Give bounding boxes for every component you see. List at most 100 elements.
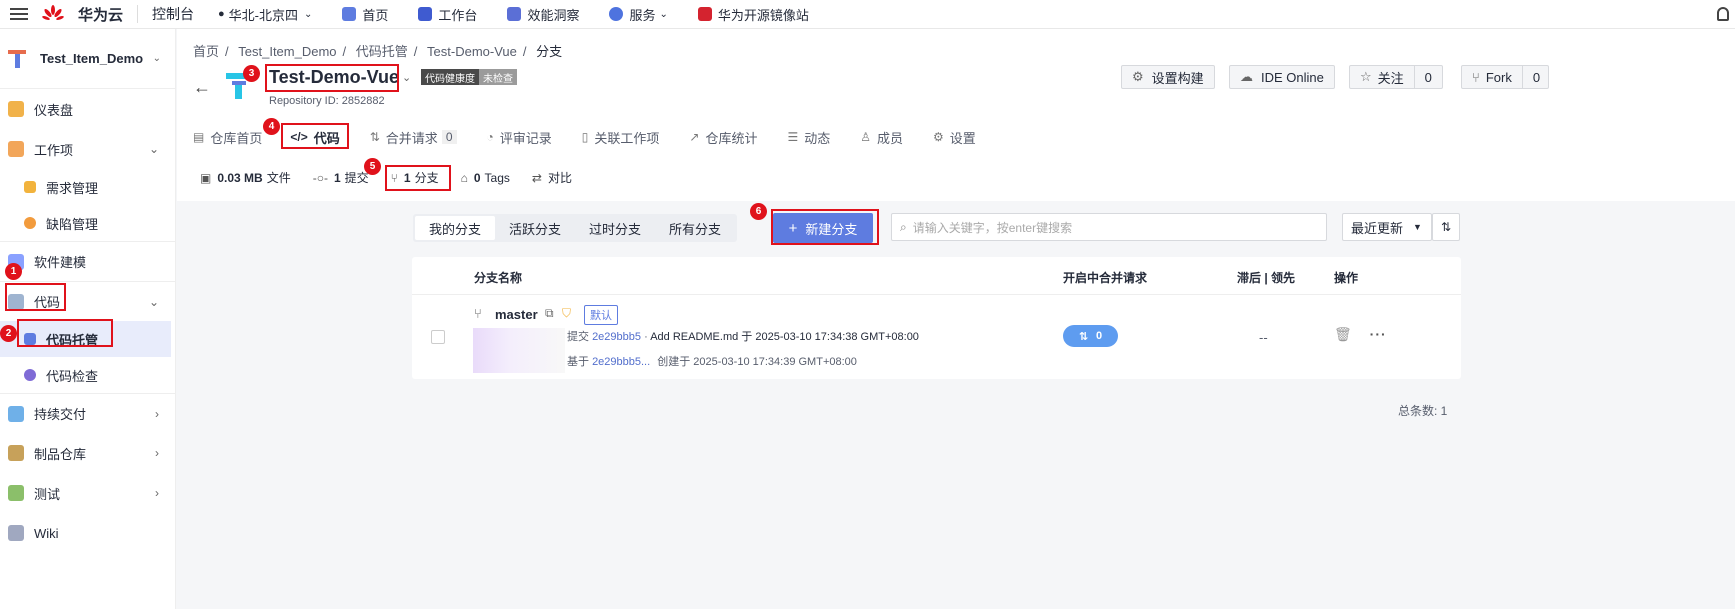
stat-tags-label: Tags [484,170,510,185]
bell-icon[interactable] [1717,7,1729,21]
filter-active-branches[interactable]: 活跃分支 [495,216,575,240]
tab-members[interactable]: ♙ 成员 [860,127,903,147]
divider [137,5,139,23]
open-mr-count: 0 [1096,330,1103,342]
stats-icon: ↗ [689,130,700,144]
console-link[interactable]: 控制台 [152,4,194,24]
sidebar-item-workitems[interactable]: 工作项 ⌄ [0,129,175,169]
nav-services[interactable]: 服务 ⌄ [609,5,668,24]
annotation-badge: 3 [243,65,260,82]
sidebar-item-testing[interactable]: 测试 › [0,473,175,513]
table-row: ⑂ master ⧉ ⛉ 默认 提交 2e29bbb5 · Add README… [412,295,1461,379]
fork-button[interactable]: ⑂ Fork 0 [1461,65,1550,89]
back-arrow-icon[interactable]: ← [193,77,211,98]
ide-online-button[interactable]: ☁ IDE Online [1229,65,1335,89]
breadcrumb-current: 分支 [536,44,563,59]
chevron-right-icon: › [155,406,159,421]
tab-label: 仓库首页 [210,130,263,146]
col-open-mrs: 开启中合并请求 [1063,271,1148,285]
breadcrumb-home[interactable]: 首页 [193,44,219,59]
sidebar-item-delivery[interactable]: 持续交付 › [0,393,175,433]
menu-icon[interactable] [10,8,28,20]
gear-icon: ⚙ [933,130,944,144]
repo-id: Repository ID: 2852882 [269,95,385,107]
filter-my-branches[interactable]: 我的分支 [415,216,496,240]
filter-stale-branches[interactable]: 过时分支 [575,216,655,240]
nav-mirror[interactable]: 华为开源镜像站 [697,5,809,24]
chevron-down-icon[interactable]: ⌄ [402,71,411,84]
annotation-badge: 2 [0,325,17,342]
services-icon [609,7,624,21]
tab-label: 仓库统计 [705,130,758,146]
tab-label: 关联工作项 [594,130,660,146]
sidebar-item-requirements[interactable]: 需求管理 [0,169,175,205]
tab-activity[interactable]: ☰ 动态 [787,127,830,147]
protected-shield-icon: ⛉ [562,306,572,320]
nav-mirror-label: 华为开源镜像站 [717,7,809,23]
nav-services-label: 服务 [629,7,656,23]
sidebar-item-code-check[interactable]: 代码检查 [0,357,175,393]
tab-label: 成员 [877,130,904,146]
sort-select[interactable]: 最近更新 ▼ [1342,213,1432,241]
open-mr-pill[interactable]: ⇅ 0 [1063,325,1118,347]
nav-home[interactable]: 首页 [342,5,388,24]
document-icon: ▯ [581,130,589,144]
search-input[interactable]: ⌕ 请输入关键字，按enter键搜索 [891,213,1327,241]
set-build-button[interactable]: ⚙ 设置构建 [1121,65,1215,89]
copy-icon[interactable]: ⧉ [545,306,554,321]
base-hash-link[interactable]: 2e29bbb5... [592,356,650,368]
highlight-box-new-branch [771,209,879,245]
fork-count: 0 [1521,66,1548,88]
trash-icon[interactable]: 🗑 [1334,326,1352,342]
stat-size-label: 文件 [266,171,291,185]
branch-name[interactable]: master [495,307,538,322]
chevron-down-icon: ⌄ [659,8,668,20]
row-checkbox[interactable] [431,330,445,344]
nav-insight[interactable]: 效能洞察 [507,5,579,24]
nav-home-label: 首页 [362,7,389,23]
sort-order-icon[interactable]: ⇅ [1432,213,1460,241]
breadcrumb-code-hosting[interactable]: 代码托管 [356,44,408,59]
nav-workbench[interactable]: 工作台 [418,5,477,24]
watch-button[interactable]: ☆ 关注 0 [1349,65,1443,89]
sidebar-item-defects[interactable]: 缺陷管理 [0,205,175,241]
project-selector[interactable]: Test_Item_Demo ⌄ [0,29,175,89]
tab-repo-home[interactable]: ▤ 仓库首页 [193,127,262,147]
tab-settings[interactable]: ⚙ 设置 [933,127,976,147]
mirror-icon [697,7,712,21]
breadcrumb-repo[interactable]: Test-Demo-Vue [427,44,517,59]
branch-filter-tabs: 我的分支 活跃分支 过时分支 所有分支 [413,214,738,242]
more-icon[interactable]: ··· [1370,326,1387,342]
huawei-logo[interactable]: 华为云 [42,4,123,25]
annotation-badge: 4 [263,118,280,135]
tab-merge-requests[interactable]: ⇅ 合并请求 0 [370,127,457,147]
stat-compare[interactable]: ⇄ 对比 [532,169,572,186]
commit-hash-link[interactable]: 2e29bbb5 [592,331,641,343]
tab-review-records[interactable]: ◔ 评审记录 [487,127,552,147]
fork-label: Fork [1485,69,1512,85]
sort-label: 最近更新 [1351,220,1404,236]
stat-tags[interactable]: ⌂ 0 Tags [461,169,510,186]
commit-line: 提交 2e29bbb5 · Add README.md 于 2025-03-10… [567,328,919,344]
artifacts-icon [8,445,24,461]
annotation-badge: 1 [5,263,22,280]
sidebar-item-dashboard[interactable]: 仪表盘 [0,89,175,129]
stat-commits[interactable]: -○- 1 提交 [313,169,369,186]
sidebar-item-modeling[interactable]: 软件建模 [0,241,175,281]
project-icon [8,49,26,68]
breadcrumb-project[interactable]: Test_Item_Demo [238,44,336,59]
health-badge[interactable]: 代码健康度 未检查 [421,69,517,85]
sidebar-item-label: 制品仓库 [34,446,87,462]
delivery-icon [8,405,24,422]
region-selector[interactable]: ● 华北-北京四 ⌄ [218,5,312,24]
sidebar: Test_Item_Demo ⌄ 仪表盘 工作项 ⌄ 需求管理 缺陷管理 软件建模… [0,29,176,609]
filter-all-branches[interactable]: 所有分支 [655,216,735,240]
list-icon: ☰ [787,130,799,144]
sidebar-item-artifacts[interactable]: 制品仓库 › [0,433,175,473]
health-status: 未检查 [479,69,517,85]
tab-repo-stats[interactable]: ↗ 仓库统计 [689,127,757,147]
tab-related-workitems[interactable]: ▯ 关联工作项 [582,127,660,147]
fork-icon: ⑂ [1472,69,1480,85]
nav-insight-label: 效能洞察 [527,7,580,23]
sidebar-item-wiki[interactable]: Wiki [0,513,175,553]
